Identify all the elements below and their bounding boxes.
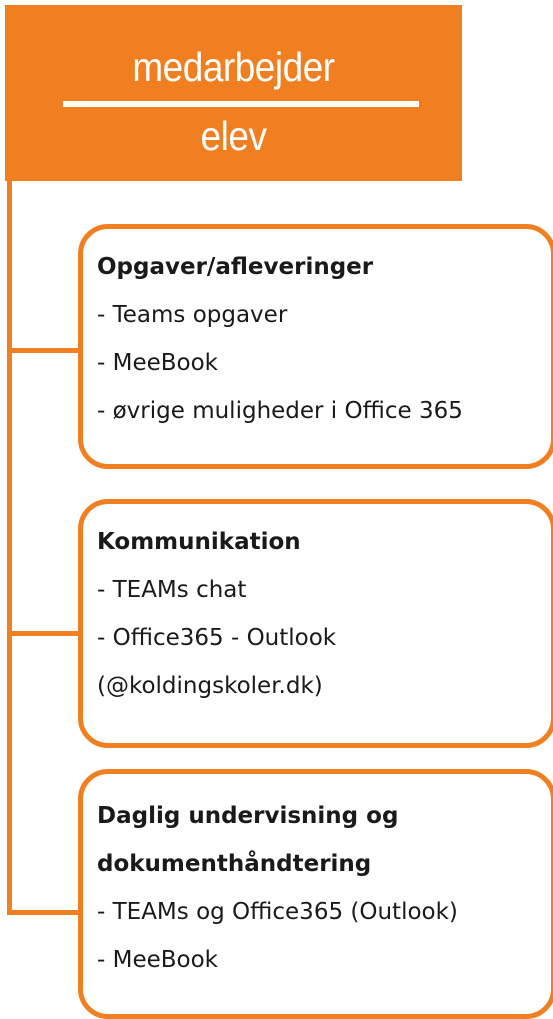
section-title: Kommunikation (97, 529, 301, 555)
section-item: - TEAMs chat (97, 577, 247, 603)
header-role-bottom: elev (200, 113, 267, 159)
connector-branch-1 (7, 348, 81, 353)
section-card-daily-teaching: Daglig undervisning og dokumenthåndterin… (78, 769, 553, 1019)
section-item: - MeeBook (97, 947, 218, 973)
section-card-communication: Kommunikation - TEAMs chat - Office365 -… (78, 499, 553, 748)
section-card-assignments: Opgaver/afleveringer - Teams opgaver - M… (78, 224, 553, 469)
section-title-line: Daglig undervisning og (97, 803, 399, 829)
section-item: (@koldingskoler.dk) (97, 673, 323, 699)
connector-branch-2 (7, 631, 81, 636)
section-item: - MeeBook (97, 350, 218, 376)
section-item: - Teams opgaver (97, 302, 288, 328)
section-item: - Office365 - Outlook (97, 625, 337, 651)
header-box: medarbejder elev (5, 5, 462, 181)
section-title: Opgaver/afleveringer (97, 254, 374, 280)
header-role-top: medarbejder (132, 44, 335, 90)
header-divider (63, 101, 419, 107)
connector-branch-3 (7, 910, 81, 915)
section-title-line: dokumenthåndtering (97, 851, 372, 877)
connector-trunk (7, 180, 12, 915)
section-item: - øvrige muligheder i Office 365 (97, 398, 463, 424)
section-item: - TEAMs og Office365 (Outlook) (97, 899, 458, 925)
